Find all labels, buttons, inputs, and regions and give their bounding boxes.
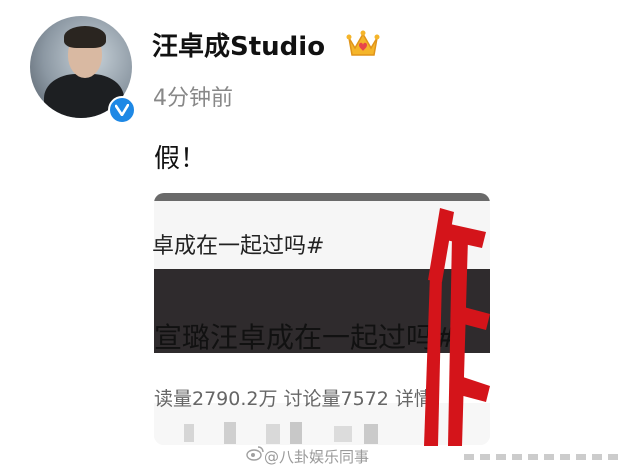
red-fake-stamp [424,208,490,446]
watermark-dashes [464,454,618,460]
card-topic-text: 卓成在一起过吗# [152,234,325,259]
weibo-logo-icon [246,446,264,461]
post-text: 假！ [154,144,207,174]
watermark-text: @八卦娱乐同事 [264,448,370,466]
username[interactable]: 汪卓成Studio [152,26,325,63]
avatar-hair [64,26,106,48]
crown-icon [346,30,380,56]
avatar[interactable] [30,16,136,124]
card-stats-text: 读量2790.2万 讨论量7572 详情 [154,388,433,410]
post-timestamp: 4分钟前 [153,86,233,111]
verified-badge-icon [108,96,136,124]
